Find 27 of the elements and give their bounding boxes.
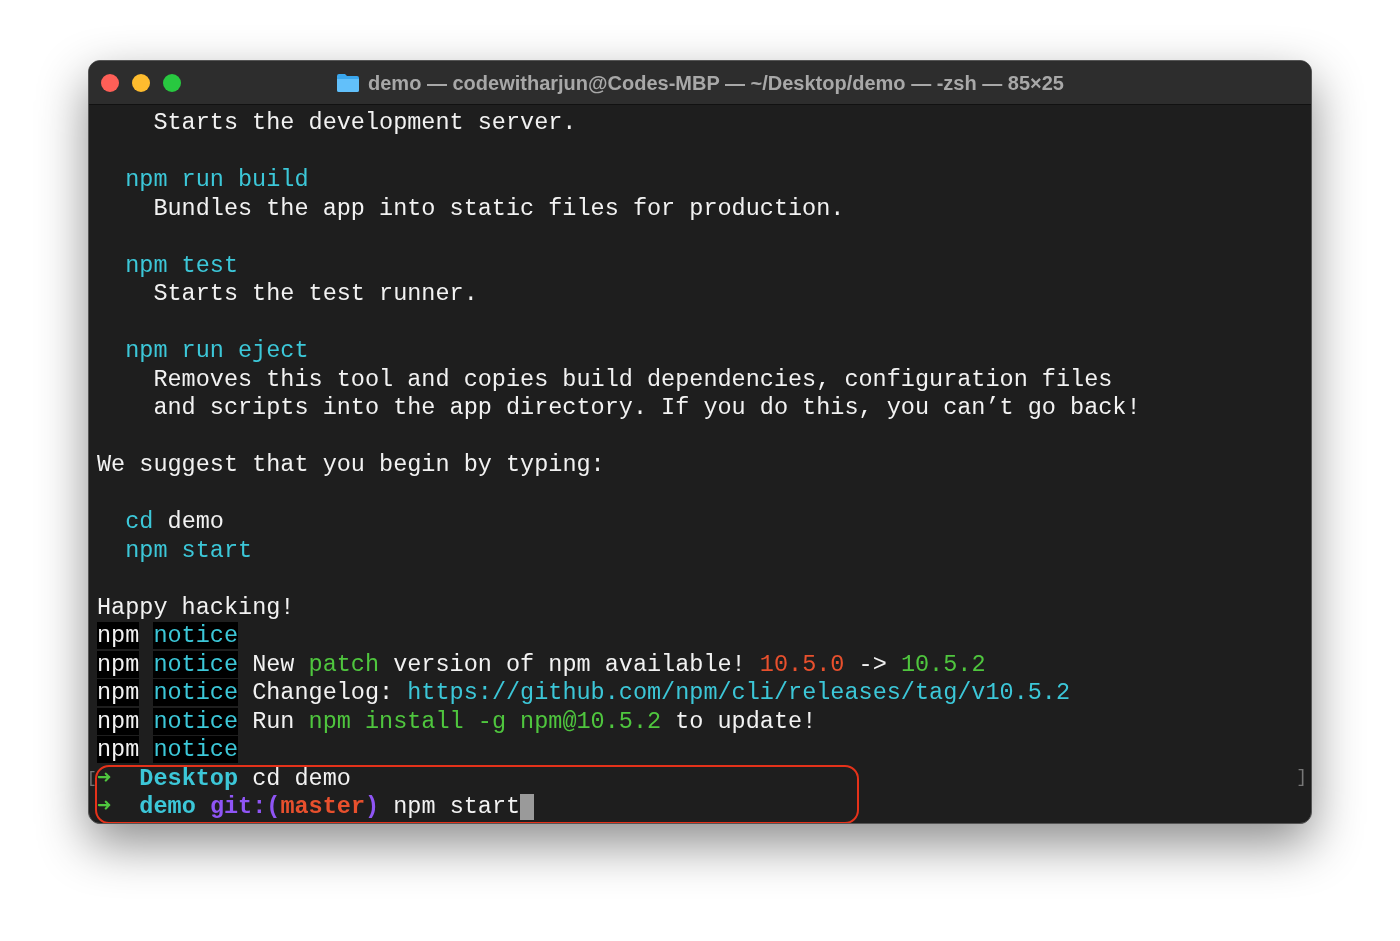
terminal-line: Removes this tool and copies build dependencies, configuration files xyxy=(153,365,1113,393)
terminal-line: npm run eject xyxy=(125,337,309,364)
terminal-line: Happy hacking! xyxy=(97,593,295,621)
terminal-line: npm notice xyxy=(97,736,239,763)
terminal-line: npm notice Run npm install -g npm@10.5.2 to update! xyxy=(97,707,817,735)
close-button[interactable] xyxy=(101,74,119,92)
terminal-line: npm start xyxy=(125,536,253,564)
terminal-line: npm test xyxy=(125,251,239,279)
terminal-line: npm notice xyxy=(97,622,239,649)
zoom-button[interactable] xyxy=(163,74,181,92)
bracket-mark: ] xyxy=(1296,766,1307,789)
terminal-line: npm run build xyxy=(125,166,309,193)
terminal-line: cd demo xyxy=(125,508,224,535)
folder-icon xyxy=(336,72,361,93)
terminal-line: We suggest that you begin by typing: xyxy=(97,451,605,478)
terminal-line: npm notice New patch version of npm available! 10.5.0 -> 10.5.2 xyxy=(97,650,986,678)
minimize-button[interactable] xyxy=(132,74,150,92)
terminal-line: Starts the test runner. xyxy=(153,280,478,307)
window-title: demo — codewitharjun@Codes-MBP — ~/Desktop/demo — -zsh — 85×25 xyxy=(368,70,1064,96)
prompt-line: ➜ Desktop cd demo xyxy=(97,764,351,793)
terminal-line: Starts the development server. xyxy=(153,109,577,136)
terminal-line: and scripts into the app directory. If you do this, you can’t go back! xyxy=(153,394,1141,421)
terminal-line: Bundles the app into static files for production. xyxy=(153,194,845,222)
url-link[interactable]: https://github.com/npm/cli/releases/tag/v10.5.2 xyxy=(407,679,1071,706)
prompt-line: ➜ demo git:(master) npm start xyxy=(97,793,521,822)
bracket-mark: [ xyxy=(89,768,97,790)
terminal-line: npm notice Changelog: https://github.com/npm/cli/releases/tag/v10.5.2 xyxy=(97,679,1071,706)
